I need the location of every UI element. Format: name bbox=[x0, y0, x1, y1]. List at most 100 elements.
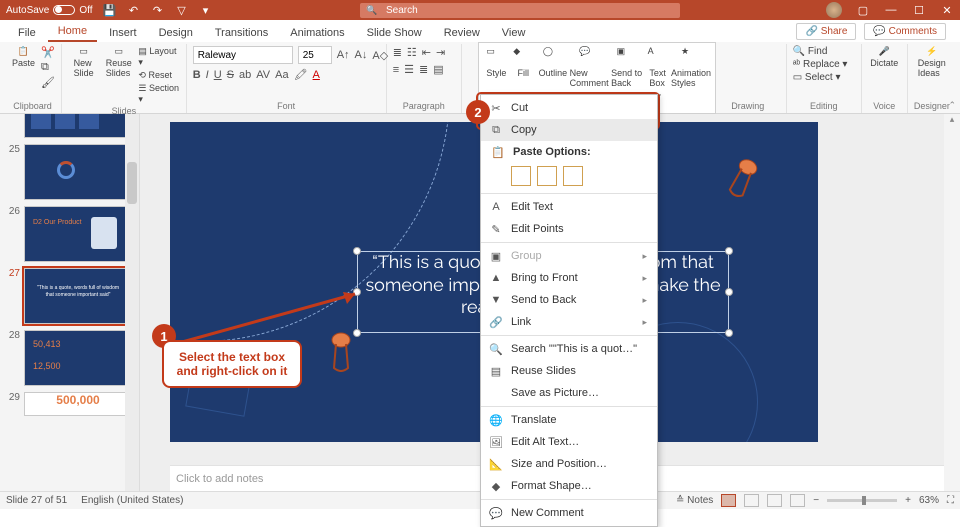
bullets-icon[interactable]: ≣ bbox=[393, 46, 402, 59]
normal-view-icon[interactable] bbox=[721, 494, 736, 507]
replace-button[interactable]: ᵃᵇ Replace ▾ bbox=[793, 59, 848, 70]
layout-button[interactable]: ▤ Layout ▾ bbox=[138, 46, 179, 68]
align-center-icon[interactable]: ☰ bbox=[404, 63, 414, 76]
animation-styles-button[interactable]: ★Animation Styles bbox=[673, 46, 709, 110]
copy-icon[interactable]: ⧉ bbox=[41, 61, 55, 74]
cm-save-picture[interactable]: Save as Picture… bbox=[481, 382, 657, 404]
tab-review[interactable]: Review bbox=[434, 24, 490, 42]
slide-thumb-25[interactable] bbox=[24, 144, 132, 200]
cm-reuse-slides[interactable]: ▤Reuse Slides bbox=[481, 360, 657, 382]
strike-button[interactable]: S bbox=[227, 69, 234, 81]
thumb-scrollbar[interactable] bbox=[125, 114, 139, 491]
user-avatar[interactable] bbox=[826, 2, 842, 18]
design-ideas-button[interactable]: ⚡Design Ideas bbox=[914, 46, 950, 78]
cm-alt-text[interactable]: 🖼Edit Alt Text… bbox=[481, 431, 657, 453]
comments-button[interactable]: 💬 Comments bbox=[864, 23, 946, 40]
tab-view[interactable]: View bbox=[492, 24, 536, 42]
reading-view-icon[interactable] bbox=[767, 494, 782, 507]
cut-icon[interactable]: ✂️ bbox=[41, 46, 55, 59]
font-size-select[interactable] bbox=[298, 46, 332, 64]
tab-slideshow[interactable]: Slide Show bbox=[357, 24, 432, 42]
vertical-scrollbar[interactable]: ▴ bbox=[944, 114, 960, 491]
sorter-view-icon[interactable] bbox=[744, 494, 759, 507]
undo-icon[interactable]: ↶ bbox=[127, 3, 141, 17]
tab-insert[interactable]: Insert bbox=[99, 24, 147, 42]
fit-window-icon[interactable]: ⛶ bbox=[947, 495, 954, 506]
autosave-toggle[interactable]: AutoSave Off bbox=[6, 5, 93, 16]
cm-format-shape[interactable]: ◆Format Shape… bbox=[481, 475, 657, 497]
zoom-slider[interactable] bbox=[827, 499, 897, 502]
select-button[interactable]: ▭ Select ▾ bbox=[793, 72, 848, 83]
customize-qat-icon[interactable]: ▾ bbox=[199, 3, 213, 17]
align-left-icon[interactable]: ≡ bbox=[393, 64, 399, 76]
ribbon-display-icon[interactable]: ▢ bbox=[856, 3, 870, 17]
justify-icon[interactable]: ▤ bbox=[433, 63, 443, 76]
italic-button[interactable]: I bbox=[206, 69, 209, 81]
indent-inc-icon[interactable]: ⇥ bbox=[436, 46, 445, 59]
zoom-out-icon[interactable]: − bbox=[813, 495, 819, 506]
format-painter-icon[interactable]: 🖌 bbox=[41, 76, 55, 89]
cm-paste-options[interactable] bbox=[481, 163, 657, 191]
from-beginning-icon[interactable]: ▽ bbox=[175, 3, 189, 17]
increase-font-icon[interactable]: A↑ bbox=[337, 49, 350, 61]
zoom-level[interactable]: 63% bbox=[919, 495, 939, 506]
underline-button[interactable]: U bbox=[214, 69, 222, 81]
collapse-ribbon-icon[interactable]: ⌃ bbox=[948, 100, 956, 111]
close-icon[interactable]: ✕ bbox=[940, 3, 954, 17]
cm-edit-text[interactable]: AEdit Text bbox=[481, 196, 657, 218]
save-icon[interactable]: 💾 bbox=[103, 3, 117, 17]
change-case-button[interactable]: Aa bbox=[275, 69, 288, 81]
dictate-button[interactable]: 🎤Dictate bbox=[868, 46, 901, 68]
slide-thumb-29[interactable]: 500,000 bbox=[24, 392, 132, 416]
section-button[interactable]: ☰ Section ▾ bbox=[138, 83, 179, 105]
cm-edit-points[interactable]: ✎Edit Points bbox=[481, 218, 657, 240]
numbering-icon[interactable]: ☷ bbox=[407, 46, 417, 59]
zoom-in-icon[interactable]: + bbox=[905, 495, 911, 506]
paste-button[interactable]: 📋 Paste bbox=[10, 46, 37, 68]
paste-keep-icon[interactable] bbox=[537, 166, 557, 186]
cm-copy[interactable]: ⧉Copy bbox=[481, 119, 657, 141]
find-button[interactable]: 🔍 Find bbox=[793, 46, 848, 57]
cm-search[interactable]: 🔍Search ""This is a quot…" bbox=[481, 338, 657, 360]
decrease-font-icon[interactable]: A↓ bbox=[355, 49, 368, 61]
font-color-button[interactable]: A bbox=[313, 69, 320, 81]
reuse-slides-button[interactable]: ▭Reuse Slides bbox=[103, 46, 134, 78]
tab-file[interactable]: File bbox=[8, 24, 46, 42]
slide-thumb-27[interactable]: "This is a quote, words full of wisdomth… bbox=[24, 268, 132, 324]
slide-thumb-24[interactable]: 123 bbox=[24, 114, 132, 138]
share-button[interactable]: 🔗 Share bbox=[796, 23, 856, 40]
font-name-select[interactable] bbox=[193, 46, 293, 64]
slide-thumbnail-pane[interactable]: 123 25 26D2 Our Product 27"This is a quo… bbox=[0, 114, 140, 491]
new-slide-button[interactable]: ▭New Slide bbox=[68, 46, 99, 78]
bold-button[interactable]: B bbox=[193, 69, 201, 81]
tab-transitions[interactable]: Transitions bbox=[205, 24, 278, 42]
cm-cut[interactable]: ✂Cut bbox=[481, 97, 657, 119]
cm-size-position[interactable]: 📐Size and Position… bbox=[481, 453, 657, 475]
language-status[interactable]: English (United States) bbox=[81, 495, 183, 506]
notes-toggle[interactable]: ≙ Notes bbox=[676, 495, 713, 506]
align-right-icon[interactable]: ≣ bbox=[419, 63, 428, 76]
autosave-switch-icon[interactable] bbox=[53, 5, 75, 15]
cm-new-comment[interactable]: 💬New Comment bbox=[481, 502, 657, 524]
highlight-button[interactable]: 🖍 bbox=[294, 68, 308, 81]
slide-thumb-26[interactable]: D2 Our Product bbox=[24, 206, 132, 262]
indent-dec-icon[interactable]: ⇤ bbox=[422, 46, 431, 59]
tab-animations[interactable]: Animations bbox=[280, 24, 354, 42]
paste-theme-icon[interactable] bbox=[511, 166, 531, 186]
cm-translate[interactable]: 🌐Translate bbox=[481, 409, 657, 431]
tab-home[interactable]: Home bbox=[48, 22, 97, 42]
tab-design[interactable]: Design bbox=[149, 24, 203, 42]
minimize-icon[interactable]: — bbox=[884, 3, 898, 17]
search-box[interactable]: Search bbox=[360, 3, 680, 18]
text-shadow-button[interactable]: ab bbox=[239, 69, 251, 81]
char-spacing-button[interactable]: AV bbox=[256, 69, 270, 81]
maximize-icon[interactable]: ☐ bbox=[912, 3, 926, 17]
cm-bring-front[interactable]: ▲Bring to Front▸ bbox=[481, 267, 657, 289]
paste-picture-icon[interactable] bbox=[563, 166, 583, 186]
cm-send-back[interactable]: ▼Send to Back▸ bbox=[481, 289, 657, 311]
slideshow-view-icon[interactable] bbox=[790, 494, 805, 507]
reset-button[interactable]: ⟲ Reset bbox=[138, 70, 179, 81]
cm-link[interactable]: 🔗Link▸ bbox=[481, 311, 657, 333]
redo-icon[interactable]: ↷ bbox=[151, 3, 165, 17]
slide-thumb-28[interactable]: 50,41312,500 bbox=[24, 330, 132, 386]
